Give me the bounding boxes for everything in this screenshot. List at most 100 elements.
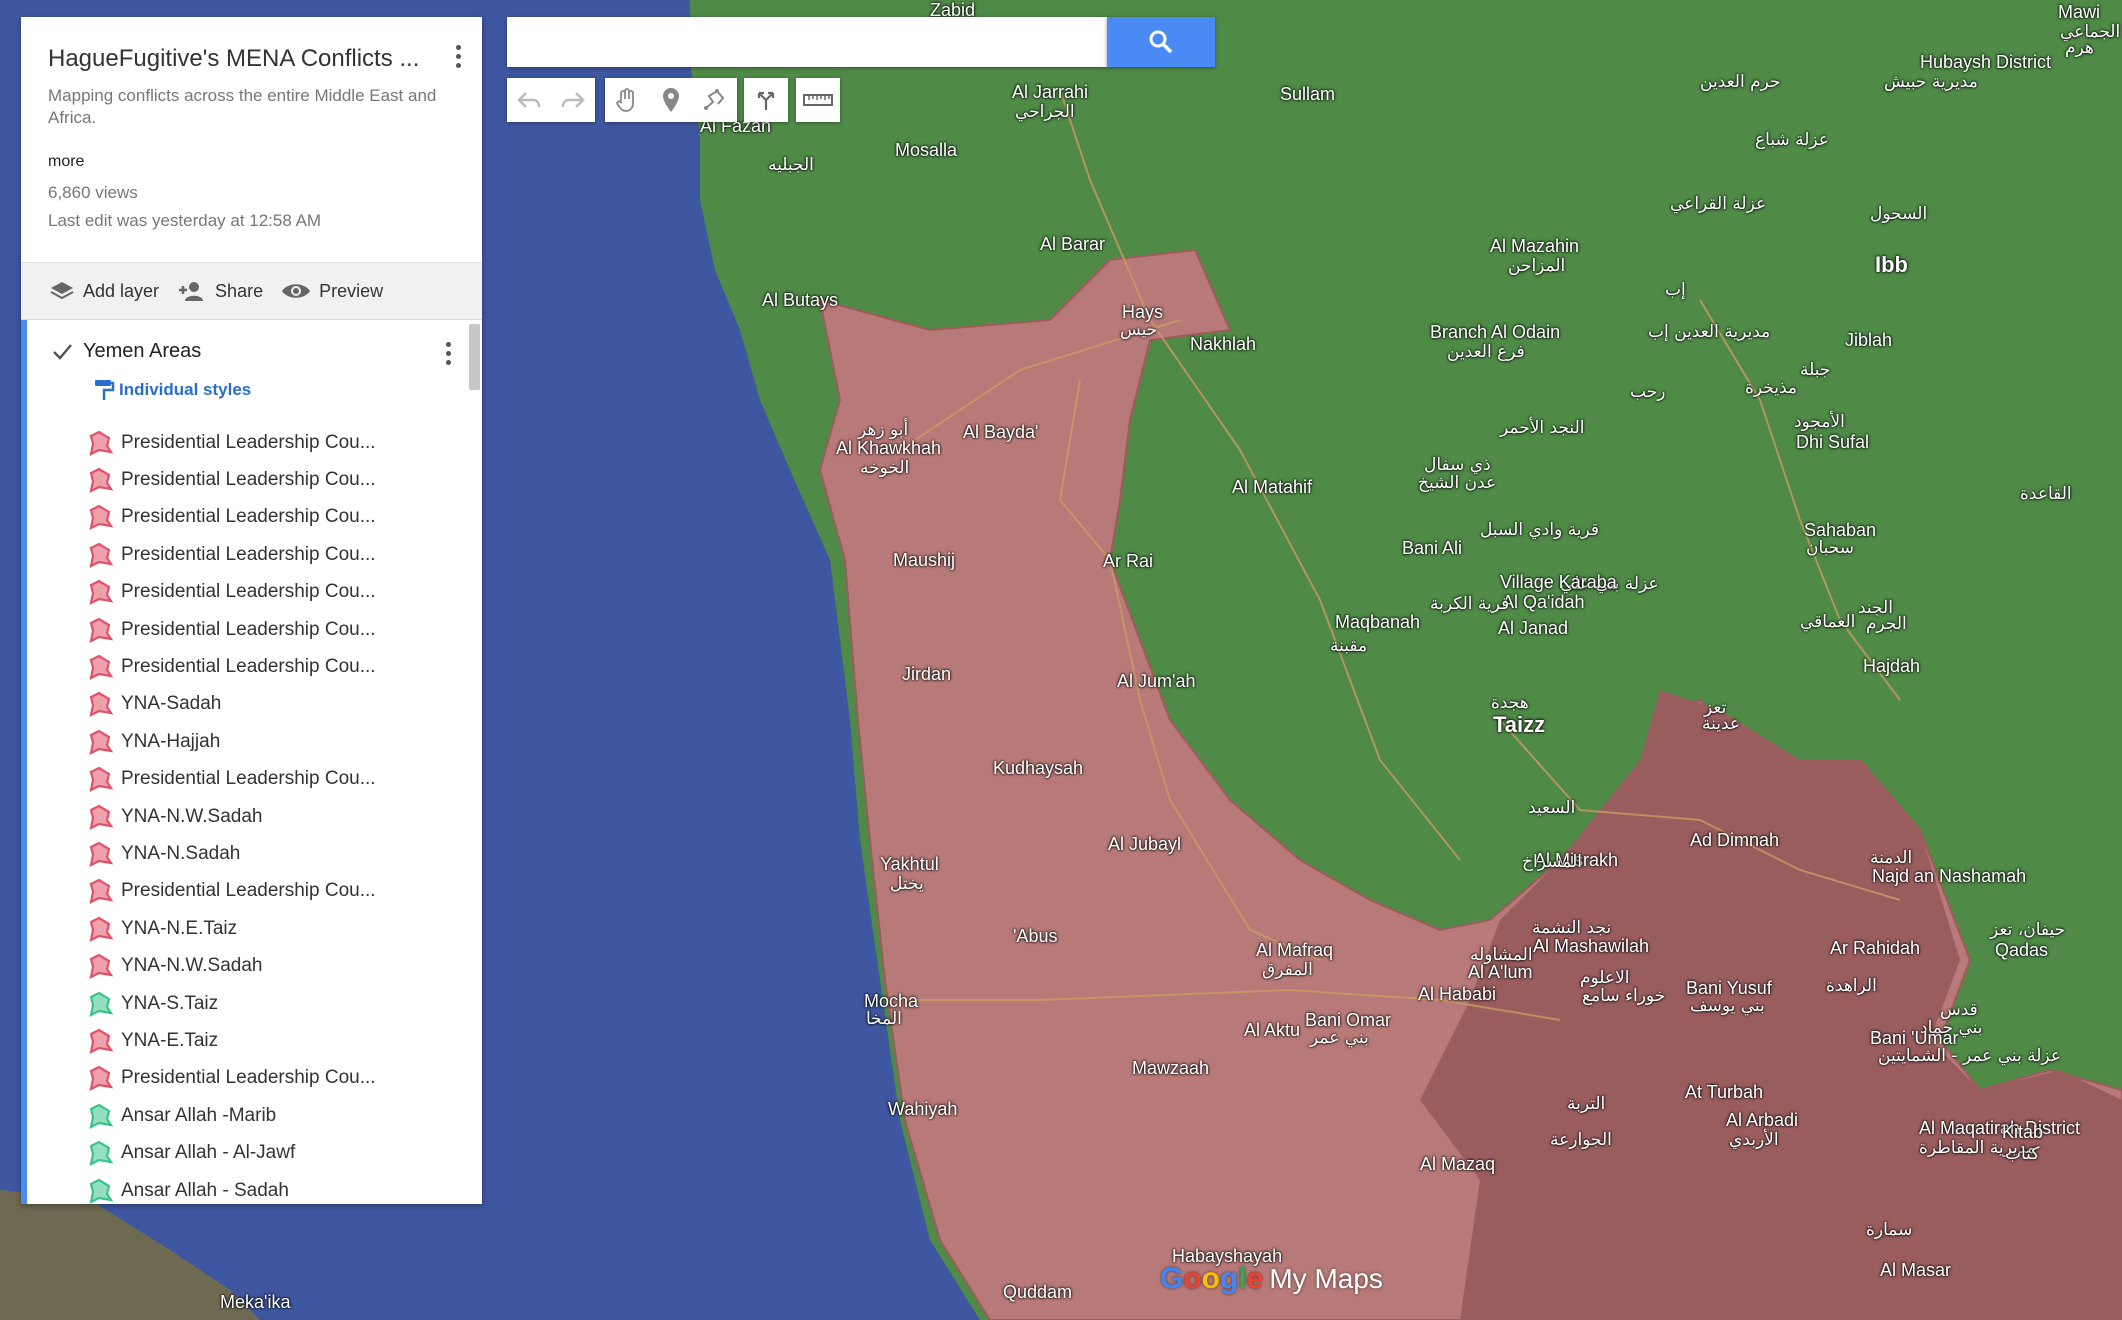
scrollbar[interactable] [469,324,480,390]
layer-item[interactable]: Presidential Leadership Cou... [87,761,467,798]
individual-styles-label: Individual styles [119,380,252,399]
layer-item[interactable]: Ansar Allah - Sadah [87,1172,467,1204]
map-label: كتاب [2005,1144,2040,1164]
select-tool-button[interactable] [605,78,649,122]
map-title[interactable]: HagueFugitive's MENA Conflicts ... [48,45,419,73]
undo-icon [517,92,541,108]
map-label: Al Janad [1498,618,1569,638]
map-label: Meka'ika [220,1292,291,1312]
layer-item[interactable]: YNA-Hajjah [87,723,467,760]
map-label: 'Abus [1013,926,1058,946]
draw-line-button[interactable] [693,78,737,122]
layer-item[interactable]: Presidential Leadership Cou... [87,499,467,536]
layer-item[interactable]: YNA-N.Sadah [87,835,467,872]
layer-item[interactable]: YNA-E.Taiz [87,1022,467,1059]
map-label: Branch Al Odain [1430,322,1561,342]
layer-item[interactable]: Ansar Allah - Al-Jawf [87,1134,467,1171]
layer-item[interactable]: YNA-N.E.Taiz [87,910,467,947]
layer-item-label: YNA-S.Taiz [121,992,219,1014]
layer-item[interactable]: Presidential Leadership Cou... [87,536,467,573]
map-label: حيس [1120,320,1158,340]
layer-item[interactable]: YNA-N.W.Sadah [87,798,467,835]
layer-item-label: YNA-E.Taiz [121,1029,219,1051]
map-label: Al Mashawilah [1533,936,1650,956]
map-label: عزلة بني عمر - الشمايتين [1878,1046,2061,1066]
map-label: Kitab [2002,1122,2044,1142]
polygon-icon [89,692,113,718]
add-layer-button[interactable]: Add layer [49,280,159,302]
map-label: قدس [1940,1000,1978,1020]
undo-button[interactable] [507,78,551,122]
map-label: Mawi [2058,2,2101,22]
layer-item[interactable]: Presidential Leadership Cou... [87,461,467,498]
directions-button[interactable] [744,78,788,122]
layer-item-label: YNA-N.E.Taiz [121,917,238,939]
map-label: الراهدة [1826,976,1877,996]
layer-item[interactable]: YNA-N.W.Sadah [87,947,467,984]
layer-item[interactable]: Presidential Leadership Cou... [87,611,467,648]
map-label: Ad Dimnah [1690,830,1780,850]
more-options-icon[interactable] [452,43,464,73]
map-label: بني عمر [1310,1028,1369,1048]
layer-item[interactable]: Ansar Allah -Marib [87,1097,467,1134]
google-my-maps-logo: Google My Maps [1160,1262,1383,1295]
map-label: Al Matahif [1232,477,1313,497]
layer-name[interactable]: Yemen Areas [83,340,201,363]
polygon-icon [89,1103,113,1129]
map-label: رحب [1630,382,1666,402]
panel-toolbar: Add layer Share Preview [21,263,482,320]
search-button[interactable] [1107,17,1215,67]
share-button[interactable]: Share [177,280,263,302]
map-label: Taizz [1493,712,1546,737]
map-label: Jirdan [902,664,952,684]
layer-item[interactable]: Presidential Leadership Cou... [87,574,467,611]
polygon-icon [89,505,113,531]
map-label: Al Jum'ah [1117,671,1196,691]
layer-item[interactable]: Presidential Leadership Cou... [87,873,467,910]
layer-item[interactable]: Presidential Leadership Cou... [87,648,467,685]
redo-button[interactable] [551,78,595,122]
map-label: بني يوسف [1690,996,1765,1016]
layer-header: Yemen Areas [51,340,201,363]
layer-item-label: Presidential Leadership Cou... [121,880,376,902]
layers-icon [50,282,74,300]
layer-item-label: Presidential Leadership Cou... [121,618,376,640]
layer-item[interactable]: YNA-Sadah [87,686,467,723]
map-label: مذيخرة [1745,378,1798,398]
preview-button[interactable]: Preview [281,281,383,302]
layer-item-label: YNA-Hajjah [121,730,221,752]
map-label: Yakhtul [880,854,939,874]
individual-styles-link[interactable]: Individual styles [93,378,251,402]
checkbox-checked-icon[interactable] [51,341,73,363]
measure-button[interactable] [796,78,840,122]
layer-options-icon[interactable] [442,340,454,370]
polygon-icon [89,841,113,867]
map-label: Al Mazaq [1420,1154,1496,1174]
layer-item-label: Presidential Leadership Cou... [121,431,376,453]
layer-item-label: Presidential Leadership Cou... [121,656,376,678]
more-link[interactable]: more [48,153,84,171]
layer-item[interactable]: Presidential Leadership Cou... [87,424,467,461]
polygon-icon [89,953,113,980]
polygon-icon [89,542,113,568]
map-label: Qadas [1995,940,2049,960]
map-label: Al Jarrahi [1012,82,1089,102]
polygon-icon [89,467,113,494]
marker-icon [663,88,679,112]
ruler-icon [803,94,833,106]
search-input[interactable] [507,17,1107,67]
map-label: Dhi Sufal [1796,432,1870,452]
map-label: Bani Ali [1402,538,1463,558]
layer-item[interactable]: YNA-S.Taiz [87,985,467,1022]
map-label: ذي سفال [1424,455,1491,475]
mymaps-text: My Maps [1269,1263,1383,1294]
map-label: Al Bayda' [963,422,1039,442]
map-label: Kudhaysah [993,758,1084,778]
add-marker-button[interactable] [649,78,693,122]
map-label: Al Masar [1880,1260,1952,1280]
redo-icon [561,92,585,108]
layer-item[interactable]: Presidential Leadership Cou... [87,1060,467,1097]
map-label: حرم العدين [1700,72,1781,92]
hand-icon [615,88,634,112]
preview-label: Preview [319,280,384,301]
